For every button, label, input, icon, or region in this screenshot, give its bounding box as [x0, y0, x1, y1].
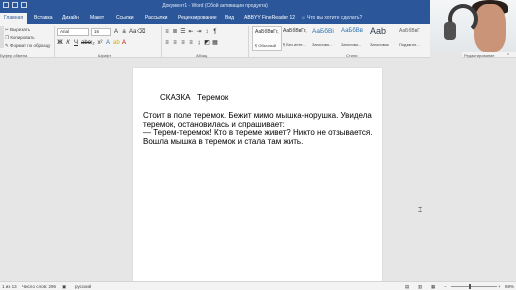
shrink-font-icon[interactable]: a	[121, 28, 127, 36]
divider	[248, 26, 249, 57]
style-heading-2[interactable]: АаБбВв Заголово...	[339, 26, 369, 51]
underline-icon[interactable]: Ч	[73, 39, 79, 47]
justify-icon[interactable]: ≡	[188, 39, 194, 47]
headphone-ear-icon	[444, 22, 456, 40]
title-bar: Документ1 - Word (Сбой активации продукт…	[0, 0, 430, 12]
bold-icon[interactable]: Ж	[57, 39, 63, 47]
ribbon-tabs: Главная Вставка Дизайн Макет Ссылки Расс…	[0, 12, 430, 24]
tell-me-box[interactable]: ☼ Что вы хотите сделать?	[301, 15, 362, 21]
style-name: Заголово...	[312, 42, 333, 47]
style-sample: АаБбВі	[312, 28, 334, 35]
superscript-icon[interactable]: x²	[97, 39, 103, 47]
tab-view[interactable]: Вид	[225, 15, 234, 21]
font-color-icon[interactable]: A	[121, 39, 127, 47]
multilevel-list-icon[interactable]: ☰	[180, 28, 186, 36]
tab-home[interactable]: Главная	[0, 13, 28, 24]
style-sample: Aab	[370, 26, 387, 36]
text-cursor-icon: ⌶	[418, 207, 423, 214]
copy-label: Копировать	[10, 35, 35, 40]
grow-font-icon[interactable]: A	[113, 28, 119, 36]
format-painter-button[interactable]: ✎ Формат по образцу	[5, 43, 50, 49]
web-layout-icon[interactable]: ▦	[431, 284, 435, 290]
clear-format-icon[interactable]: ⌫	[137, 28, 145, 36]
text-effects-icon[interactable]: A	[105, 39, 111, 47]
shading-icon[interactable]: ◩	[204, 39, 210, 47]
pilcrow-icon[interactable]: ¶	[212, 28, 218, 36]
decrease-indent-icon[interactable]: ⇤	[188, 28, 194, 36]
style-subtitle[interactable]: АаБбВвГ Подзагол...	[397, 26, 427, 51]
copy-button[interactable]: ❐ Копировать	[5, 35, 35, 41]
tab-insert[interactable]: Вставка	[34, 15, 53, 21]
status-bar: 1 из 13 Число слов: 296 ▣ русский ▤ ▥ ▦ …	[0, 281, 516, 290]
borders-icon[interactable]: ▦	[212, 39, 218, 47]
proofing-icon[interactable]: ▣	[62, 284, 66, 290]
style-normal[interactable]: АаБбВвГг, ¶ Обычный	[252, 26, 282, 51]
align-left-icon[interactable]: ≡	[164, 39, 170, 47]
zoom-out-icon[interactable]: −	[444, 284, 447, 289]
style-sample: АаБбВвГг,	[255, 29, 279, 35]
style-no-spacing[interactable]: АаБбВвГг, ¶ Без инте...	[281, 26, 311, 51]
zoom-level[interactable]: 69%	[505, 284, 514, 289]
person-face	[474, 4, 506, 52]
webcam-overlay	[430, 0, 516, 52]
tab-review[interactable]: Рецензирование	[178, 15, 217, 21]
print-layout-icon[interactable]: ▥	[418, 284, 422, 290]
document-line: — Терем-теремок! Кто в тереме живет? Ник…	[143, 128, 373, 137]
brush-icon: ✎	[5, 43, 9, 48]
style-sample: АаБбВвГ	[399, 28, 421, 34]
increase-indent-icon[interactable]: ⇥	[196, 28, 202, 36]
zoom-slider-thumb[interactable]	[469, 284, 471, 289]
word-count[interactable]: Число слов: 296	[22, 284, 56, 289]
cut-label: Вырезать	[10, 27, 31, 32]
numbering-icon[interactable]: ≣	[172, 28, 178, 36]
change-case-icon[interactable]: Aa	[129, 28, 136, 36]
zoom-in-icon[interactable]: +	[498, 284, 501, 289]
subscript-icon[interactable]: x₂	[89, 39, 95, 47]
tab-mailings[interactable]: Рассылки	[145, 15, 167, 21]
window-title: Документ1 - Word (Сбой активации продукт…	[162, 3, 268, 9]
bullets-icon[interactable]: ≡	[164, 28, 170, 36]
document-line: Стоит в поле теремок. Бежит мимо мышка-н…	[143, 111, 372, 120]
tab-references[interactable]: Ссылки	[116, 15, 134, 21]
zoom-slider[interactable]	[451, 284, 497, 289]
style-heading-1[interactable]: АаБбВі Заголово...	[310, 26, 340, 51]
style-name: Заголово...	[341, 42, 362, 47]
italic-icon[interactable]: К	[65, 39, 71, 47]
font-size-select[interactable]: 16	[91, 28, 111, 36]
style-name: ¶ Обычный	[255, 43, 276, 48]
tab-abbyy[interactable]: ABBYY FineReader 12	[244, 15, 295, 21]
style-sample: АаБбВв	[341, 28, 363, 34]
strikethrough-icon[interactable]: abc	[81, 39, 91, 47]
line-spacing-icon[interactable]: ↨	[196, 39, 202, 47]
font-name-select[interactable]: Arial	[57, 28, 89, 36]
read-mode-icon[interactable]: ▤	[405, 284, 409, 290]
copy-icon: ❐	[5, 35, 10, 40]
align-right-icon[interactable]: ≡	[180, 39, 186, 47]
style-name: Заголовок	[370, 42, 389, 47]
style-name: Подзагол...	[399, 42, 420, 47]
language[interactable]: русский	[75, 284, 91, 289]
tab-design[interactable]: Дизайн	[62, 15, 79, 21]
document-line: Вошла мышка в теремок и стала там жить.	[143, 137, 304, 146]
divider	[54, 26, 55, 57]
style-name: ¶ Без инте...	[283, 42, 306, 47]
cut-button[interactable]: ✂ Вырезать	[5, 27, 30, 33]
page-count[interactable]: 1 из 13	[2, 284, 17, 289]
scissors-icon: ✂	[5, 27, 9, 32]
tell-me-text: Что вы хотите сделать?	[306, 15, 363, 21]
divider	[161, 26, 162, 57]
styles-gallery: АаБбВвГг, ¶ Обычный АаБбВвГг, ¶ Без инте…	[250, 26, 430, 51]
paste-button[interactable]	[0, 26, 4, 48]
sort-icon[interactable]: ↕	[204, 28, 210, 36]
tab-layout[interactable]: Макет	[90, 15, 104, 21]
style-title[interactable]: Aab Заголовок	[368, 26, 398, 51]
highlight-icon[interactable]: ab	[113, 39, 120, 47]
align-center-icon[interactable]: ≡	[172, 39, 178, 47]
style-sample: АаБбВвГг,	[283, 28, 307, 34]
format-painter-label: Формат по образцу	[10, 43, 51, 48]
document-heading: СКАЗКА Теремок	[160, 93, 229, 102]
